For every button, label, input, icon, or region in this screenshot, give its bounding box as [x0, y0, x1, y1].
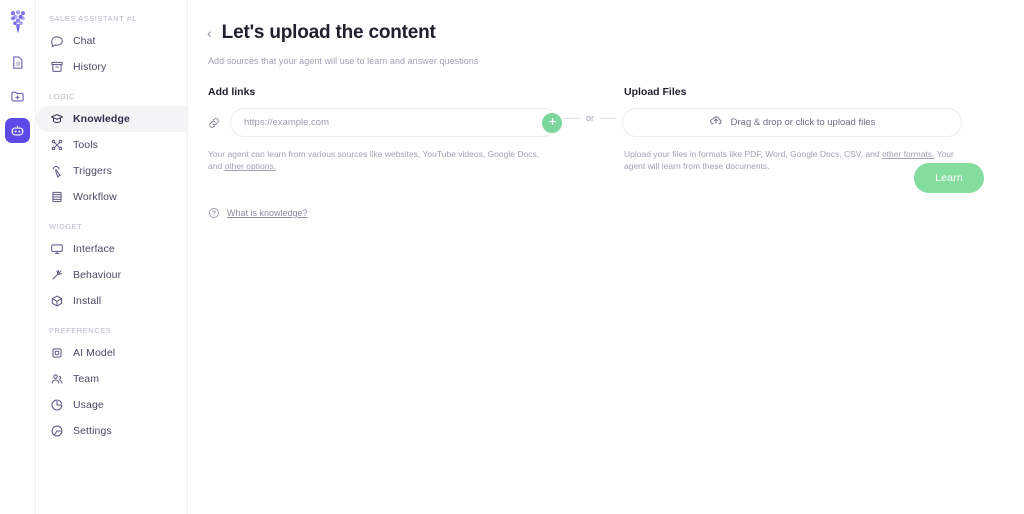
page-title: Let's upload the content — [221, 22, 436, 43]
sidebar-item-tools[interactable]: Tools — [36, 132, 187, 158]
url-input-wrapper — [230, 108, 564, 137]
sidebar-item-label: Behaviour — [73, 269, 122, 281]
app-root: SALES ASSISTANT #1 Chat History LOGIC Kn… — [0, 0, 1024, 514]
grape-logo[interactable] — [5, 7, 31, 37]
sidebar-item-label: Chat — [73, 35, 96, 47]
other-options-link[interactable]: other options. — [225, 161, 277, 171]
sidebar-item-settings[interactable]: Settings — [36, 418, 187, 444]
sparkle-wand-icon — [49, 268, 64, 283]
sidebar-item-label: Tools — [73, 139, 99, 151]
agent-robot-icon[interactable] — [5, 118, 30, 143]
plus-icon — [547, 114, 558, 132]
upload-helper-before: Upload your files in formats like PDF, W… — [624, 149, 882, 159]
sidebar-item-install[interactable]: Install — [36, 288, 187, 314]
sidebar-item-label: Workflow — [73, 191, 117, 203]
sidebar-item-usage[interactable]: Usage — [36, 392, 187, 418]
sidebar-item-chat[interactable]: Chat — [36, 28, 187, 54]
chip-icon — [49, 346, 64, 361]
file-dropzone[interactable]: Drag & drop or click to upload files — [622, 108, 962, 137]
upload-files-label: Upload Files — [624, 86, 687, 98]
sidebar-item-team[interactable]: Team — [36, 366, 187, 392]
sidebar-item-label: Team — [73, 373, 100, 385]
users-icon — [49, 372, 64, 387]
layers-icon — [49, 190, 64, 205]
url-input[interactable] — [244, 117, 523, 128]
sidebar-item-interface[interactable]: Interface — [36, 236, 187, 262]
add-links-section: Add links https://example.com Your agent… — [206, 86, 564, 173]
sidebar-section-title-2: WIDGET — [49, 222, 83, 231]
sidebar-item-label: Interface — [73, 243, 115, 255]
dropzone-label: Drag & drop or click to upload files — [730, 117, 876, 128]
or-label: or — [585, 113, 594, 123]
monitor-icon — [49, 242, 64, 257]
gear-circle-icon — [49, 424, 64, 439]
page-subtitle: Add sources that your agent will use to … — [208, 56, 479, 66]
app-icon-rail — [0, 0, 36, 514]
archive-box-icon — [49, 60, 64, 75]
add-links-helper-text: Your agent can learn from various source… — [208, 148, 548, 173]
scissors-icon — [49, 138, 64, 153]
or-line-left — [562, 117, 580, 119]
sidebar-item-label: Triggers — [73, 165, 112, 177]
main-content: ‹ Let's upload the content Add sources t… — [188, 0, 1024, 514]
question-circle-icon — [208, 207, 220, 219]
sidebar-item-label: AI Model — [73, 347, 116, 359]
sidebar-item-behaviour[interactable]: Behaviour — [36, 262, 187, 288]
sidebar-nav: SALES ASSISTANT #1 Chat History LOGIC Kn… — [36, 0, 188, 514]
cube-icon — [49, 294, 64, 309]
sidebar-item-knowledge[interactable]: Knowledge — [36, 106, 187, 132]
sidebar-item-label: History — [73, 61, 107, 73]
sidebar-section-title-0: SALES ASSISTANT #1 — [49, 14, 137, 23]
add-link-button[interactable] — [540, 110, 564, 135]
add-links-row — [206, 108, 564, 137]
folder-add-icon[interactable] — [5, 84, 30, 109]
cloud-upload-icon — [709, 113, 723, 132]
sidebar-item-label: Install — [73, 295, 102, 307]
sidebar-item-label: Usage — [73, 399, 104, 411]
chat-bubble-icon — [49, 34, 64, 49]
or-separator: or — [558, 113, 622, 123]
sidebar-item-workflow[interactable]: Workflow — [36, 184, 187, 210]
pie-chart-icon — [49, 398, 64, 413]
what-is-knowledge-link[interactable]: What is knowledge? — [208, 207, 308, 219]
back-chevron-icon[interactable]: ‹ — [206, 26, 213, 40]
or-line-right — [600, 117, 617, 119]
upload-files-helper-text: Upload your files in formats like PDF, W… — [624, 148, 962, 173]
sidebar-item-triggers[interactable]: Triggers — [36, 158, 187, 184]
other-formats-link[interactable]: other formats. — [882, 149, 934, 159]
learn-button[interactable]: Learn — [914, 163, 984, 193]
add-links-label: Add links — [208, 86, 256, 98]
sidebar-item-history[interactable]: History — [36, 54, 187, 80]
what-is-knowledge-label: What is knowledge? — [227, 207, 308, 218]
sidebar-section-title-1: LOGIC — [49, 92, 76, 101]
upload-files-section: Upload Files Drag & drop or click to upl… — [622, 86, 962, 173]
sidebar-item-label: Settings — [73, 425, 112, 437]
page-header: ‹ Let's upload the content — [206, 22, 984, 44]
sidebar-item-ai-model[interactable]: AI Model — [36, 340, 187, 366]
sidebar-item-label: Knowledge — [73, 113, 130, 125]
design-file-icon[interactable] — [5, 50, 30, 75]
cursor-click-icon — [49, 164, 64, 179]
graduation-cap-icon — [49, 112, 64, 127]
chain-link-icon — [206, 115, 222, 131]
sidebar-section-title-3: PREFERENCES — [49, 326, 112, 335]
content-columns: Add links https://example.com Your agent… — [206, 86, 984, 173]
